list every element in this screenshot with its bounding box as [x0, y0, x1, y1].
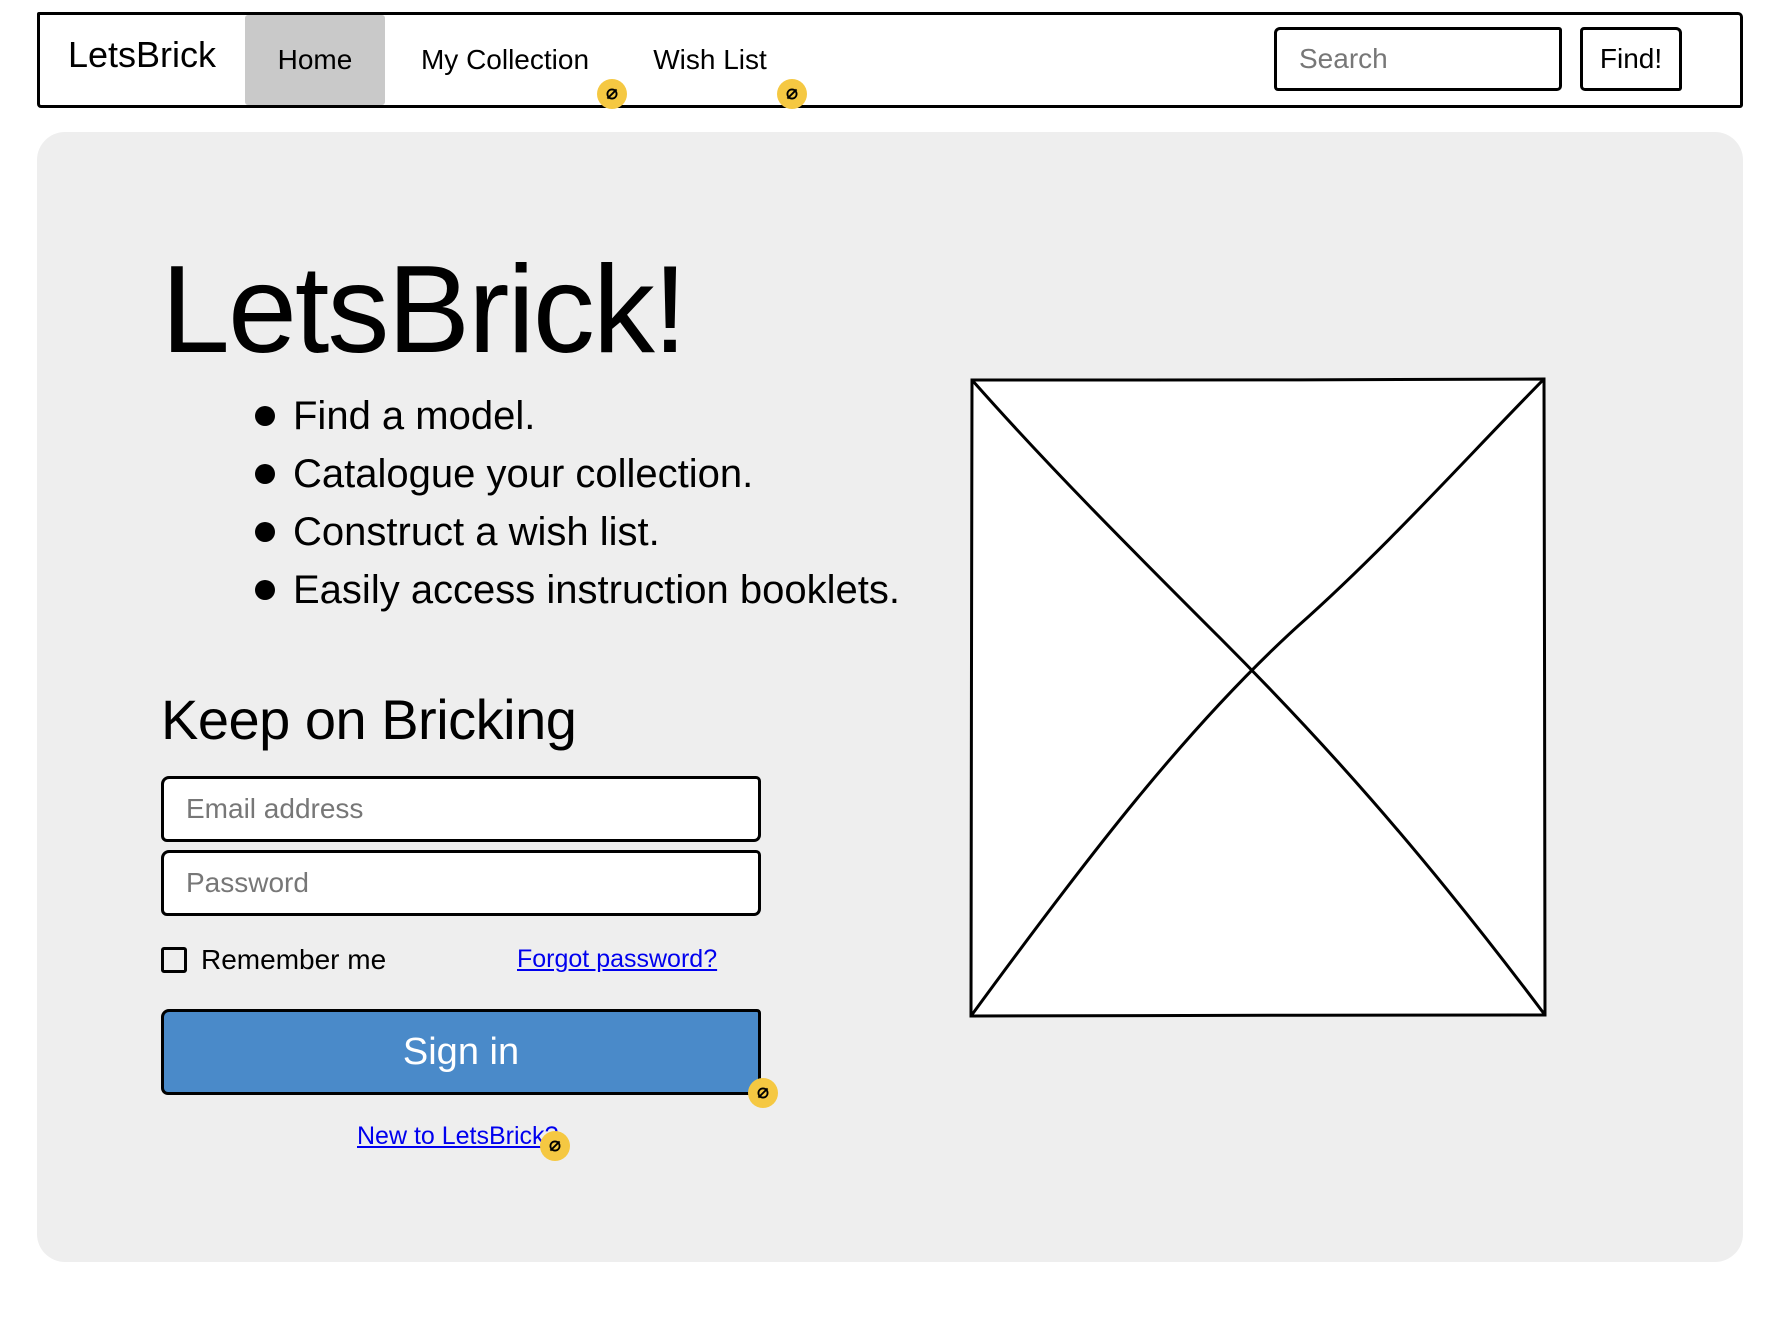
remember-me-label: Remember me	[201, 944, 387, 975]
forgot-password-link[interactable]: Forgot password?	[517, 945, 717, 974]
main-panel: LetsBrick! Find a model. Catalogue your …	[37, 132, 1743, 1262]
nav-item-wish-list[interactable]: Wish List	[640, 15, 780, 105]
email-field[interactable]	[161, 776, 761, 842]
link-icon	[597, 79, 627, 109]
feature-item: Catalogue your collection.	[217, 445, 900, 503]
hero-title: LetsBrick!	[161, 241, 687, 379]
nav-item-my-collection-label: My Collection	[420, 44, 590, 75]
remember-me-checkbox[interactable]	[161, 947, 187, 973]
link-icon	[540, 1131, 570, 1161]
image-placeholder-icon	[969, 377, 1547, 1018]
new-account-link[interactable]: New to LetsBrick?	[357, 1122, 558, 1151]
brand-logo[interactable]: LetsBrick	[68, 37, 216, 73]
nav-item-wish-list-label: Wish List	[653, 44, 767, 75]
find-button[interactable]: Find!	[1580, 27, 1682, 91]
link-icon	[748, 1078, 778, 1108]
feature-item: Easily access instruction booklets.	[217, 561, 900, 619]
login-title: Keep on Bricking	[161, 688, 577, 751]
feature-item: Find a model.	[217, 387, 900, 445]
navbar: LetsBrick Home My Collection Wish List F…	[37, 12, 1743, 109]
nav-item-home[interactable]: Home	[245, 15, 385, 105]
nav-item-my-collection[interactable]: My Collection	[410, 15, 600, 105]
page: LetsBrick Home My Collection Wish List F…	[0, 0, 1786, 1332]
feature-list: Find a model. Catalogue your collection.…	[217, 387, 900, 619]
nav-item-home-label: Home	[277, 44, 353, 75]
remember-me-row[interactable]: Remember me	[161, 944, 386, 976]
feature-item: Construct a wish list.	[217, 503, 900, 561]
search-input[interactable]	[1274, 27, 1562, 91]
link-icon	[777, 79, 807, 109]
password-field[interactable]	[161, 850, 761, 916]
sign-in-button[interactable]: Sign in	[161, 1009, 761, 1095]
